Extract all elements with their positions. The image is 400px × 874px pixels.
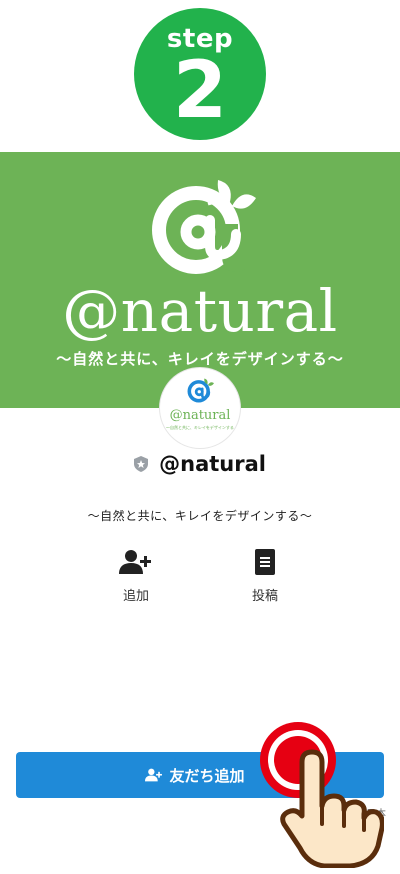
avatar-tagline: 〜自然と共に、キレイをデザインする〜 xyxy=(166,425,234,430)
posts-action-button[interactable]: 投稿 xyxy=(225,549,305,604)
posts-action-label: 投稿 xyxy=(251,589,278,604)
step-badge: step 2 xyxy=(134,8,266,140)
posts-icon xyxy=(255,549,275,575)
banner-wordmark: @natural xyxy=(62,277,338,345)
shield-star-icon xyxy=(134,456,149,472)
pointing-hand-icon xyxy=(280,749,384,868)
logo-at-leaf-icon xyxy=(152,180,256,274)
add-friend-label: 友だち追加 xyxy=(169,766,245,785)
banner-tagline: 〜自然と共に、キレイをデザインする〜 xyxy=(56,350,344,368)
add-user-icon xyxy=(145,768,163,782)
avatar-wordmark: @natural xyxy=(169,408,231,423)
avatar-logo-icon xyxy=(187,378,214,403)
profile-avatar[interactable]: @natural 〜自然と共に、キレイをデザインする〜 xyxy=(160,368,240,448)
add-action-label: 追加 xyxy=(122,589,149,604)
step-number: 2 xyxy=(172,46,228,136)
status-message: 〜自然と共に、キレイをデザインする〜 xyxy=(87,509,313,523)
account-name-row: @natural xyxy=(0,452,400,482)
add-user-icon xyxy=(119,550,151,574)
add-action-button[interactable]: 追加 xyxy=(96,549,176,604)
account-name: @natural xyxy=(159,452,266,476)
